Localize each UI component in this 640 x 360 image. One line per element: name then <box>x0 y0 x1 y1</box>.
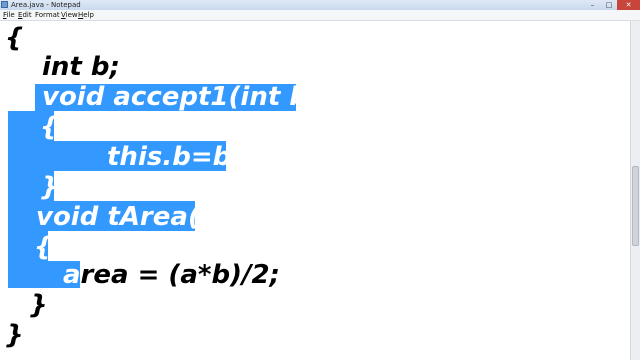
code-line: int b; <box>42 52 120 82</box>
scroll-thumb[interactable] <box>632 166 639 246</box>
text-editor-area[interactable]: { int b; void accept1(int b) { this.b=b;… <box>0 21 630 360</box>
code-line-selected: this.b=b; <box>107 142 242 172</box>
window-title: Area.java - Notepad <box>11 1 81 9</box>
menu-file[interactable]: File <box>3 10 15 20</box>
code-line: } <box>29 290 48 320</box>
close-button[interactable]: ✕ <box>617 0 640 10</box>
code-line: } <box>5 320 24 350</box>
menu-view[interactable]: View <box>61 10 78 20</box>
menu-help[interactable]: Help <box>78 10 94 20</box>
code-line-selected: } <box>40 172 59 202</box>
notepad-icon <box>1 1 8 8</box>
code-line: { <box>5 23 24 53</box>
maximize-button[interactable]: □ <box>601 0 617 10</box>
code-line-selected: void accept1(int b) <box>42 82 320 112</box>
menu-edit[interactable]: Edit <box>18 10 32 20</box>
minimize-button[interactable]: – <box>584 0 601 10</box>
menu-format[interactable]: Format <box>35 10 60 20</box>
code-line-selected: { <box>34 232 53 262</box>
code-line: area = (a*b)/2; <box>63 260 280 290</box>
menu-bar: File Edit Format View Help <box>0 10 640 21</box>
vertical-scrollbar[interactable] <box>630 21 640 360</box>
code-line-selected: { <box>40 112 59 142</box>
code-line-selected: void tArea() <box>36 202 212 232</box>
